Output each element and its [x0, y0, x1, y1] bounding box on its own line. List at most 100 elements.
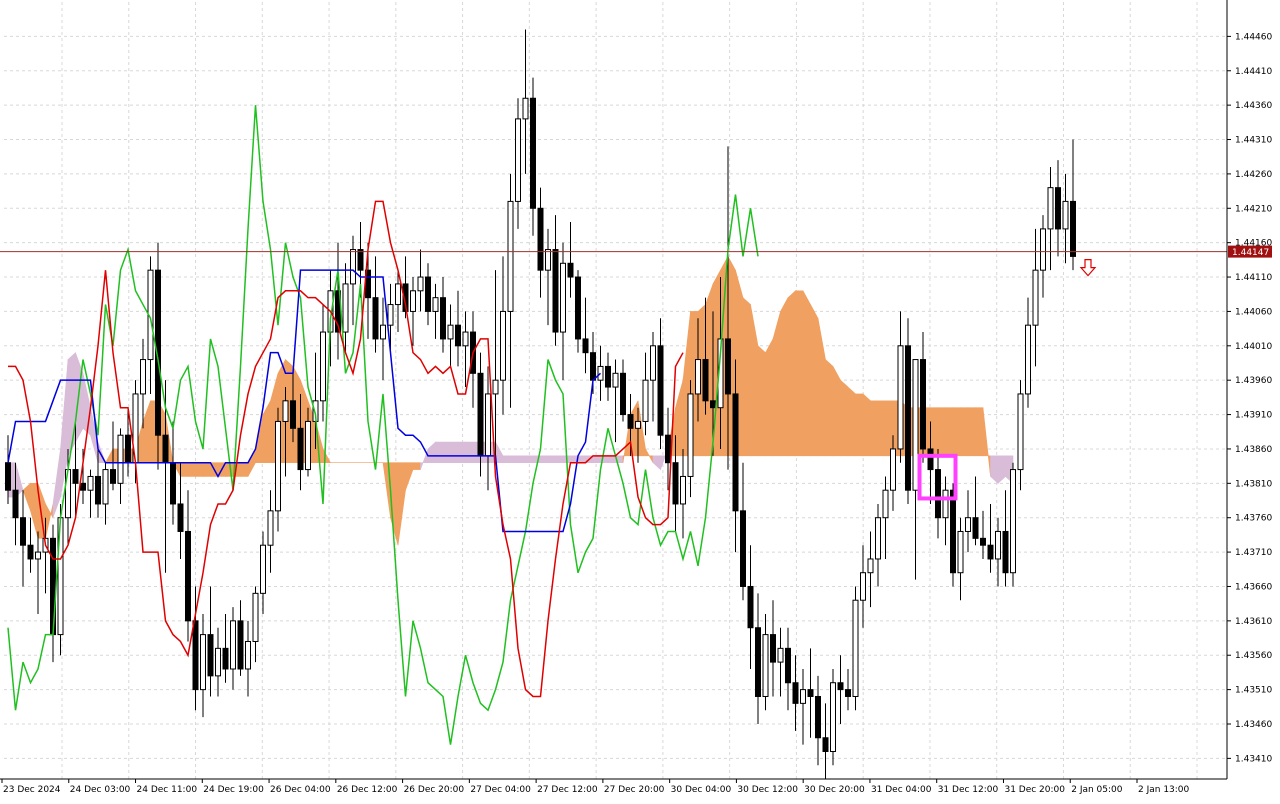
ichimoku-chart[interactable]: 1.44460 1.44410 1.44360 1.44310 1.44260 1.442… [0, 0, 1280, 800]
kumo-bullish-segment [262, 400, 271, 463]
candle-bearish [822, 737, 829, 752]
candle-bullish [245, 640, 251, 670]
kumo-bullish-segment [765, 338, 774, 457]
candle-bullish [642, 379, 649, 422]
time-tick-label: 26 Dec 04:00 [270, 785, 331, 795]
time-tick-label: 26 Dec 20:00 [404, 785, 465, 795]
candle-bearish [927, 448, 934, 471]
candle-bearish [222, 647, 229, 670]
kumo-bearish-segment [67, 351, 76, 456]
candle-bullish [215, 647, 221, 677]
candle-bullish [447, 324, 454, 340]
candle-bearish [177, 503, 184, 532]
candle-bearish [1002, 530, 1009, 574]
kumo-bullish-segment [795, 290, 804, 457]
kumo-bullish-segment [802, 290, 811, 457]
candle-bullish [680, 475, 686, 505]
candle-bullish [500, 310, 506, 381]
candle-bearish [170, 462, 176, 505]
candle-bullish [942, 489, 949, 519]
candle-bullish [1032, 269, 1039, 326]
candle-bullish [1040, 228, 1046, 271]
candle-bullish [305, 420, 311, 471]
candle-bearish [110, 469, 116, 484]
candle-bearish [732, 393, 739, 512]
candle-bullish [1025, 324, 1031, 395]
price-tick-label: 1.43910 [1235, 411, 1272, 421]
kumo-bullish-segment [832, 366, 841, 457]
candle-bullish [995, 530, 1001, 560]
kumo-bullish-segment [757, 345, 766, 457]
candle-bearish [935, 469, 941, 519]
price-tag-label: 1.44147 [1232, 248, 1269, 258]
candle-bearish [590, 352, 596, 381]
kumo-bullish-segment [825, 358, 834, 457]
kumo-bearish-segment [435, 441, 444, 463]
kumo-bearish-segment [547, 455, 556, 463]
price-tick-label: 1.44360 [1235, 101, 1272, 111]
candle-bullish [282, 400, 289, 422]
candle-bullish [882, 489, 889, 519]
candle-bearish [627, 414, 634, 429]
candle-bearish [920, 359, 926, 450]
price-tick-label: 1.44460 [1235, 32, 1272, 42]
candle-bearish [72, 469, 79, 484]
candle-bearish [162, 434, 169, 464]
kumo-bearish-segment [540, 455, 549, 463]
candle-bullish [897, 345, 904, 450]
price-tick-label: 1.44210 [1235, 204, 1272, 214]
candle-bullish [117, 434, 124, 484]
kumo-bullish-segment [840, 379, 849, 457]
kumo-bearish-segment [82, 373, 91, 436]
candle-bearish [980, 537, 986, 546]
price-tick-label: 1.43560 [1235, 651, 1272, 661]
candle-bearish [1070, 200, 1076, 257]
candle-bullish [1017, 393, 1024, 471]
candle-bullish [387, 304, 394, 326]
kumo-bullish-segment [772, 311, 781, 457]
candle-bearish [20, 517, 26, 546]
candle-bullish [560, 262, 566, 333]
candle-bearish [665, 434, 671, 464]
candle-bullish [867, 558, 874, 574]
candle-bearish [710, 400, 716, 409]
candle-bullish [410, 290, 416, 312]
time-tick-label: 2 Jan 05:00 [1071, 785, 1123, 795]
candle-bullish [800, 689, 806, 704]
candle-bearish [740, 510, 746, 587]
kumo-bullish-segment [967, 407, 976, 457]
candle-bullish [695, 359, 701, 395]
time-tick-label: 30 Dec 04:00 [671, 785, 732, 795]
down-arrow-shape [1079, 259, 1097, 277]
candle-bearish [50, 537, 56, 636]
candle-bearish [702, 359, 709, 402]
candle-bullish [417, 276, 424, 292]
down-arrow-icon [1079, 259, 1097, 277]
kumo-bearish-segment [577, 455, 586, 463]
candle-bullish [102, 469, 109, 505]
kumo-bullish-segment [45, 503, 54, 539]
candle-bullish [912, 359, 919, 491]
kumo-bullish-segment [742, 296, 751, 457]
candle-bullish [830, 682, 836, 752]
candle-bearish [605, 365, 611, 388]
candle-bullish [762, 634, 769, 697]
kumo-bearish-segment [592, 455, 601, 463]
candle-bearish [582, 338, 589, 354]
price-tick-label: 1.43460 [1235, 720, 1272, 730]
kumo-bearish-segment [427, 441, 436, 463]
candle-bearish [537, 207, 544, 271]
candle-bearish [440, 297, 446, 340]
kumo-bearish-segment [465, 441, 474, 463]
kumo-bullish-segment [405, 462, 414, 491]
price-tick-label: 1.43760 [1235, 514, 1272, 524]
kumo-bullish-segment [37, 483, 46, 539]
candle-bearish [770, 634, 776, 663]
time-tick-label: 30 Dec 20:00 [804, 785, 865, 795]
candle-bearish [27, 544, 34, 560]
kumo-bullish-segment [877, 400, 886, 457]
time-tick-label: 31 Dec 12:00 [938, 785, 999, 795]
price-tick-label: 1.43610 [1235, 617, 1272, 627]
price-axis-labels: 1.44460 1.44410 1.44360 1.44310 1.44260 1.442… [1227, 32, 1272, 764]
candle-bearish [192, 620, 199, 691]
